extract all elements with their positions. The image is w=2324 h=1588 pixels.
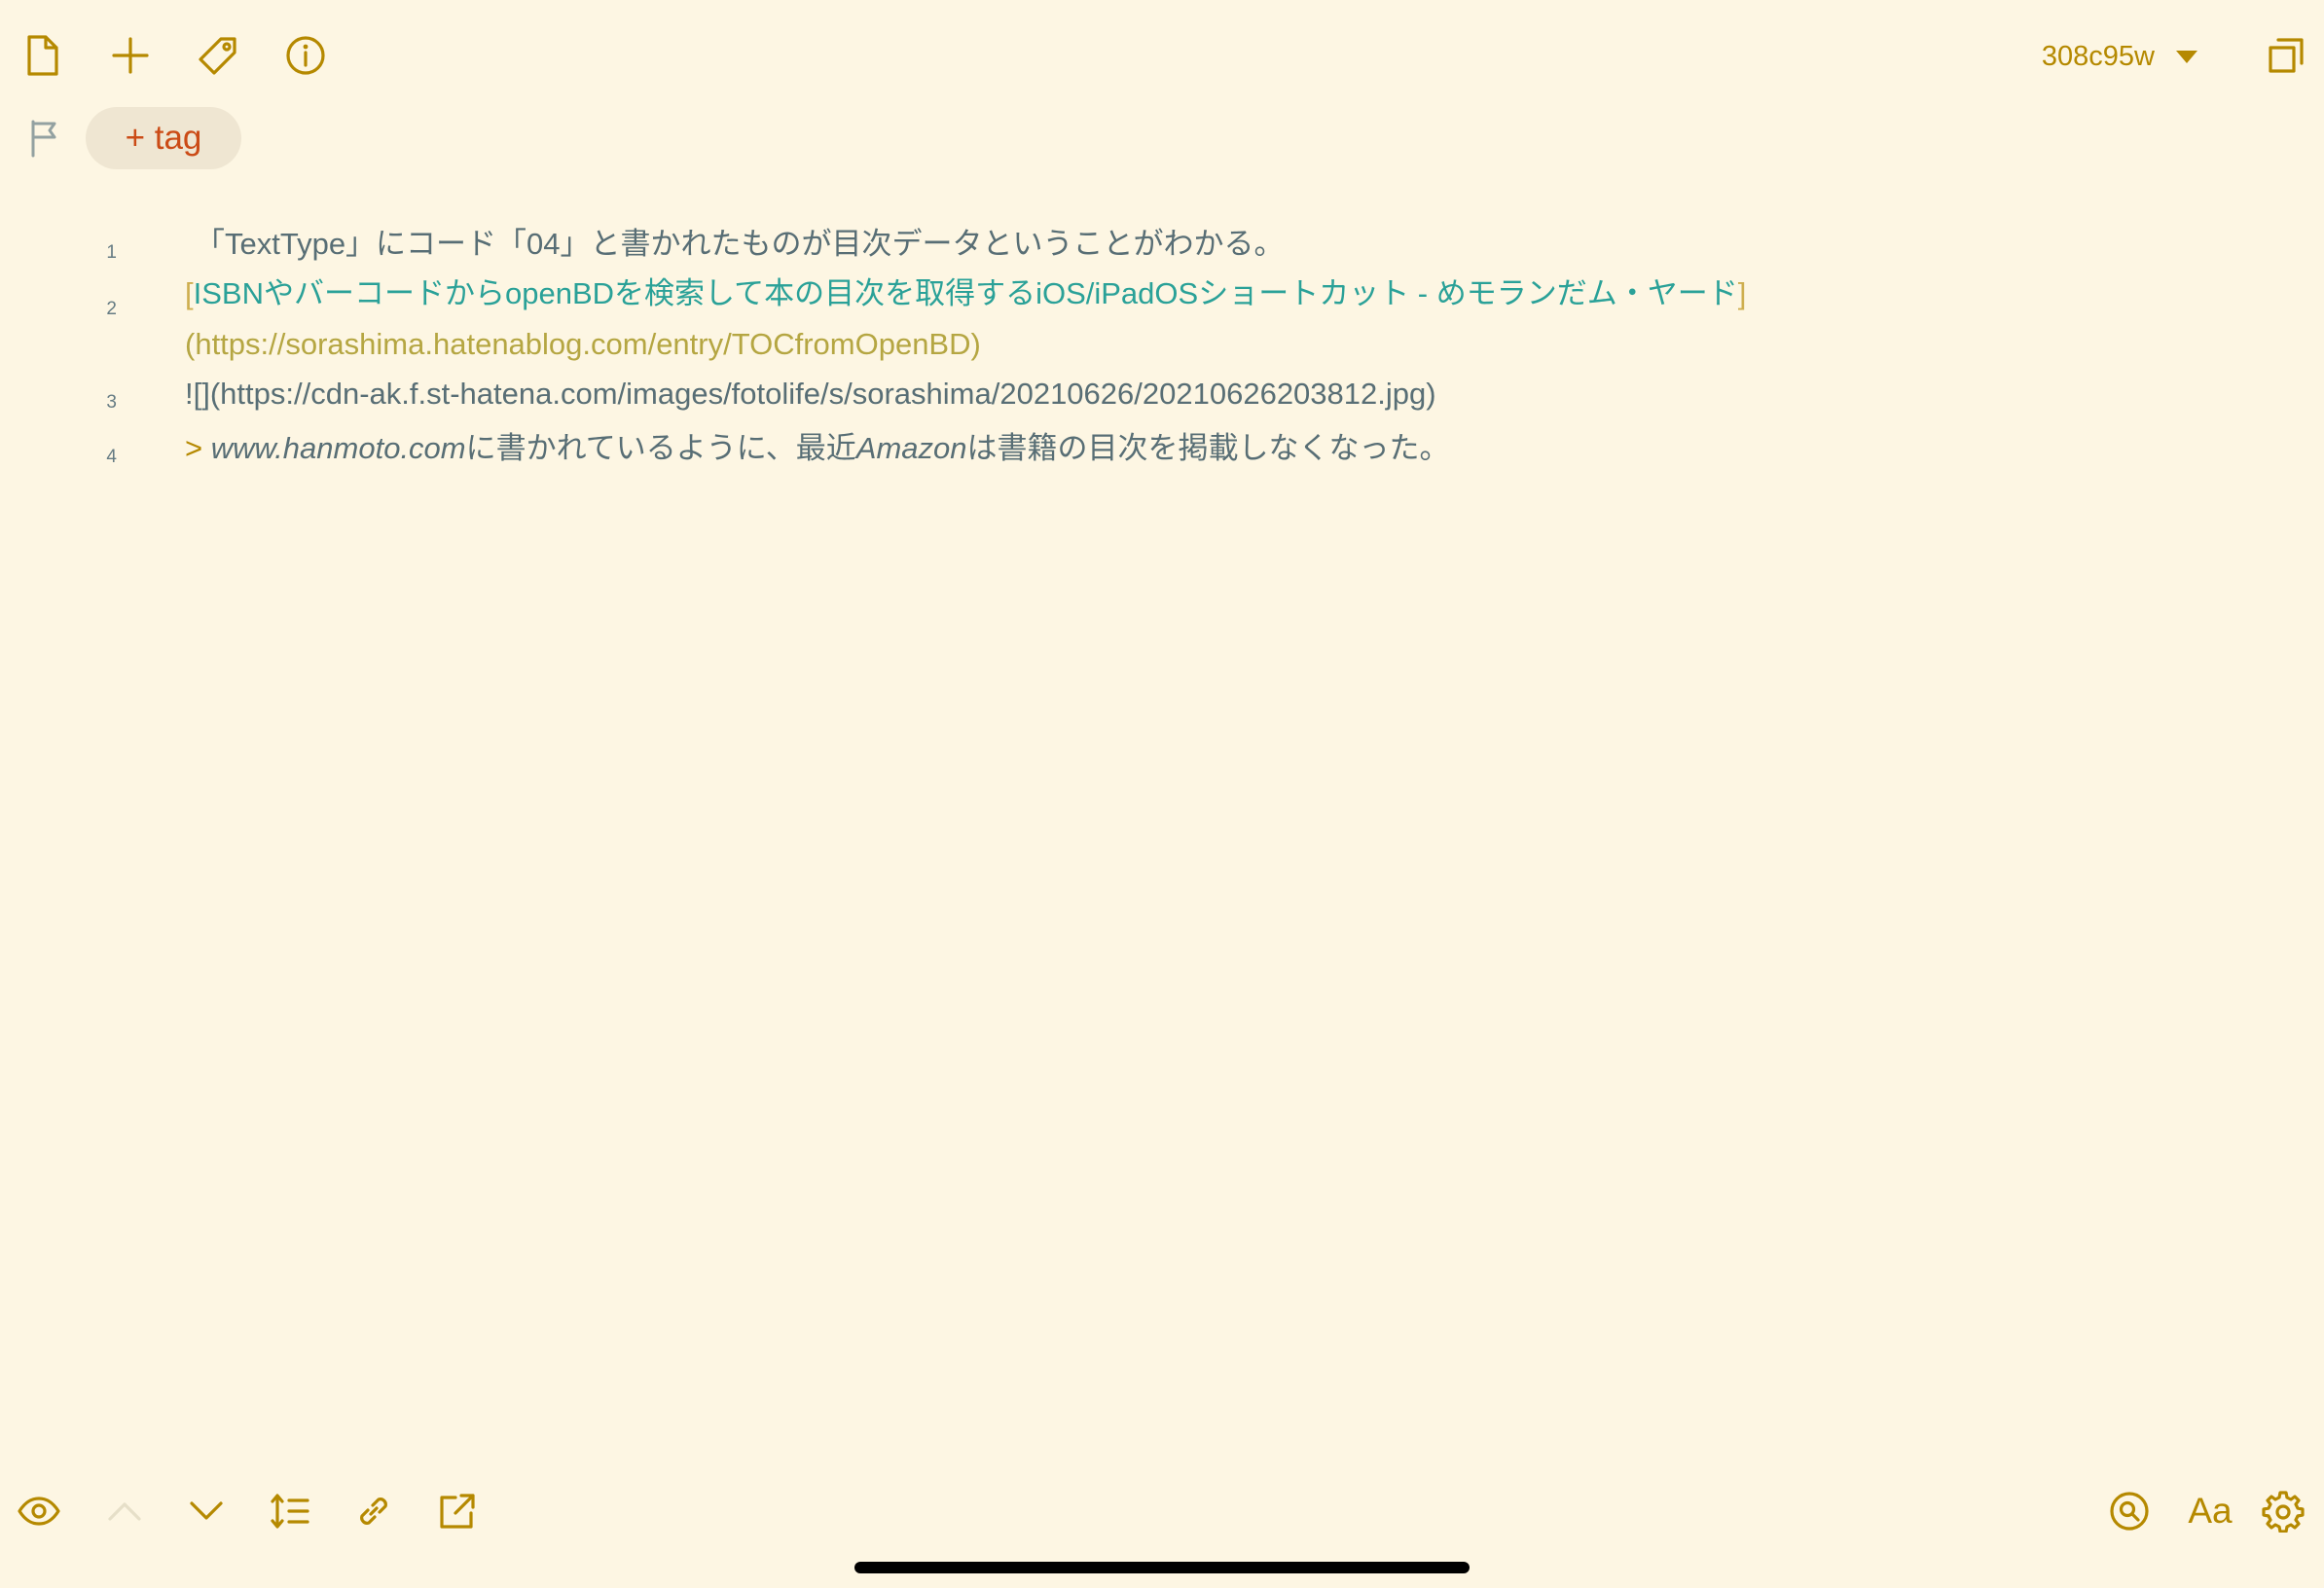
editor-line: 2 [ISBNやバーコードからopenBDを検索して本の目次を取得するiOS/i… bbox=[106, 269, 1966, 370]
markdown-link[interactable]: [ISBNやバーコードからopenBDを検索して本の目次を取得するiOS/iPa… bbox=[185, 269, 1966, 370]
version-selector[interactable]: 308c95w bbox=[2042, 37, 2197, 76]
line-number: 4 bbox=[106, 447, 117, 467]
editor-line: 4 > www.hanmoto.comに書かれているように、最近Amazonは書… bbox=[106, 424, 1966, 473]
italic-text: Amazon bbox=[855, 431, 967, 465]
line-number: 2 bbox=[106, 299, 117, 319]
link-text[interactable]: ISBNやバーコードからopenBDを検索して本の目次を取得するiOS/iPad… bbox=[194, 276, 1738, 310]
plus-icon[interactable] bbox=[107, 33, 154, 78]
eye-icon[interactable] bbox=[16, 1489, 62, 1534]
line-text: 「TextType」にコード「04」と書かれたものが目次データということがわかる… bbox=[195, 227, 1285, 261]
search-icon[interactable] bbox=[2106, 1489, 2153, 1534]
quote-mark: > bbox=[185, 431, 203, 465]
chevron-down-icon[interactable] bbox=[183, 1489, 230, 1534]
link-close-bracket: ] bbox=[1737, 276, 1747, 310]
chevron-up-icon[interactable] bbox=[101, 1489, 148, 1534]
link-url[interactable]: (https://sorashima.hatenablog.com/entry/… bbox=[185, 327, 981, 361]
editor-line: 1 「TextType」にコード「04」と書かれたものが目次データということがわ… bbox=[106, 220, 1966, 269]
editor[interactable]: 1 「TextType」にコード「04」と書かれたものが目次データということがわ… bbox=[106, 220, 1966, 473]
line-number: 1 bbox=[106, 242, 117, 263]
add-tag-button[interactable]: + tag bbox=[86, 107, 241, 169]
font-size-icon[interactable]: Aa bbox=[2184, 1489, 2236, 1534]
home-indicator bbox=[854, 1562, 1470, 1573]
tag-icon[interactable] bbox=[195, 33, 241, 78]
line-number: 3 bbox=[106, 392, 117, 413]
expand-icon[interactable] bbox=[2264, 33, 2308, 78]
gear-icon[interactable] bbox=[2260, 1489, 2306, 1534]
flag-icon[interactable] bbox=[25, 117, 64, 160]
image-markdown: ![](https://cdn-ak.f.st-hatena.com/image… bbox=[185, 377, 1436, 411]
font-size-label: Aa bbox=[2188, 1491, 2233, 1531]
link-open-bracket: [ bbox=[185, 276, 194, 310]
version-label: 308c95w bbox=[2041, 40, 2155, 72]
italic-text: www.hanmoto.com bbox=[210, 431, 466, 465]
quote-text: は書籍の目次を掲載しなくなった。 bbox=[966, 431, 1450, 465]
add-tag-label: + tag bbox=[125, 119, 202, 157]
line-spacing-icon[interactable] bbox=[267, 1489, 313, 1534]
editor-line: 3 ![](https://cdn-ak.f.st-hatena.com/ima… bbox=[106, 370, 1966, 418]
blockquote-text: > www.hanmoto.comに書かれているように、最近Amazonは書籍の… bbox=[185, 424, 1966, 473]
info-icon[interactable] bbox=[282, 33, 329, 78]
quote-text: に書かれているように、最近 bbox=[465, 431, 856, 465]
share-icon[interactable] bbox=[434, 1489, 481, 1534]
link-icon[interactable] bbox=[350, 1489, 397, 1534]
document-icon[interactable] bbox=[21, 33, 64, 78]
caret-down-icon bbox=[2176, 50, 2197, 63]
